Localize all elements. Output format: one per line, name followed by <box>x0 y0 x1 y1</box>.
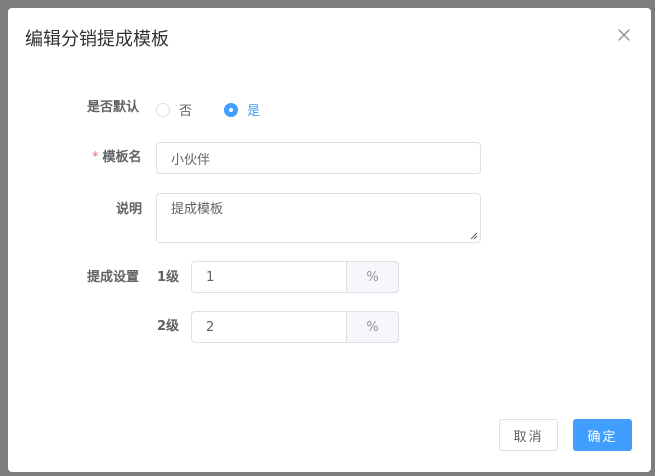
tier-2-input[interactable]: 2 <box>191 311 346 343</box>
template-name-label: * 模板名 <box>92 150 142 166</box>
description-label: 说明 <box>116 202 143 217</box>
tier-1-group: 1 % <box>191 261 399 293</box>
resize-grip-icon[interactable] <box>470 232 478 240</box>
tier-1-unit: % <box>346 261 399 293</box>
tier-1-input[interactable]: 1 <box>191 261 346 293</box>
template-name-input[interactable]: 小伙伴 <box>156 142 481 174</box>
description-textarea[interactable]: 提成模板 <box>156 193 481 243</box>
radio-no-circle[interactable] <box>156 102 170 117</box>
radio-yes-label: 是 <box>247 104 261 119</box>
cancel-button[interactable]: 取消 <box>499 419 558 451</box>
tier-2-label: 2级 <box>157 319 180 334</box>
description-text: 提成模板 <box>171 202 224 217</box>
edit-template-dialog: 编辑分销提成模板 是否默认 否 是 * 模板名 小伙伴 说明 提成模板 提成设置 … <box>8 8 651 472</box>
default-radio-no[interactable]: 否 <box>156 100 192 119</box>
tier-2-unit: % <box>346 311 399 343</box>
template-name-label-text: 模板名 <box>102 150 142 165</box>
tier-2-group: 2 % <box>191 311 399 343</box>
radio-no-label: 否 <box>179 104 193 119</box>
tier-1-label: 1级 <box>157 270 180 285</box>
dialog-title: 编辑分销提成模板 <box>25 29 169 50</box>
confirm-button[interactable]: 确定 <box>573 419 632 451</box>
commission-label: 提成设置 <box>87 270 140 285</box>
default-radio-yes[interactable]: 是 <box>224 100 260 119</box>
required-mark: * <box>92 150 99 165</box>
radio-yes-circle[interactable] <box>224 102 238 117</box>
default-label: 是否默认 <box>87 100 140 115</box>
close-icon[interactable] <box>617 28 631 42</box>
